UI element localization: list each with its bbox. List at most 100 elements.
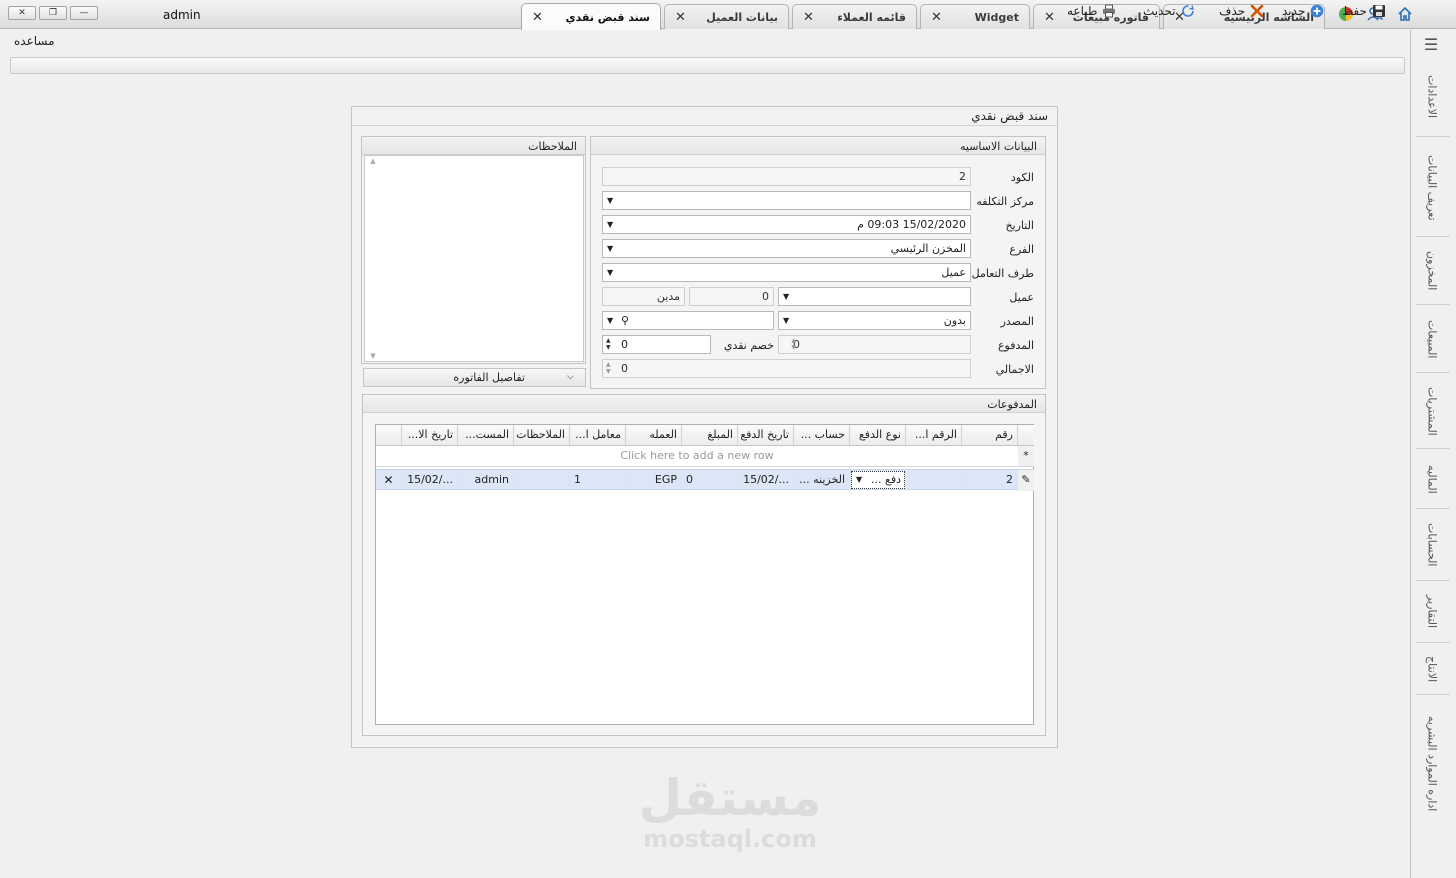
notes-scrollbar[interactable]: ▲ ▼ (367, 157, 379, 360)
cell-ref-number[interactable] (906, 470, 962, 491)
help-menu[interactable]: مساعده (14, 34, 55, 48)
chevron-down-icon[interactable]: ▼ (783, 288, 789, 305)
cell-number[interactable]: 2 (962, 470, 1018, 491)
sidebar-divider (1416, 136, 1450, 137)
add-new-row[interactable]: Click here to add a new row (376, 446, 1018, 467)
sidebar-item-finance[interactable]: الماليه (1420, 452, 1444, 506)
column-header-account[interactable]: حساب ... (794, 425, 850, 446)
spin-icon[interactable]: ▲ ▼ (606, 337, 611, 351)
column-header-user[interactable]: المست... (458, 425, 514, 446)
sidebar-item-label: التقارير (1425, 595, 1439, 629)
column-header-payment-date[interactable]: تاريخ الدفع (738, 425, 794, 446)
sidebar-item-settings[interactable]: الاعدادات (1420, 62, 1444, 132)
tab-customer-data[interactable]: بيانات العميل ✕ (664, 4, 789, 29)
cash-discount-label: خصم نقدي (723, 339, 774, 352)
cash-discount-value: 0 (621, 338, 628, 351)
sidebar-item-production[interactable]: الانتاج (1420, 646, 1444, 692)
refresh-button[interactable]: تحديث (1143, 2, 1195, 20)
delete-icon (1250, 4, 1264, 18)
branch-select[interactable]: المخزن الرئيسي ▼ (602, 239, 971, 258)
chevron-down-icon[interactable]: ▼ (607, 216, 613, 233)
close-tab-icon[interactable]: ✕ (803, 10, 814, 25)
paid-label: المدفوع (997, 339, 1034, 352)
cell-add-date[interactable]: 15/02/... (402, 470, 458, 491)
search-icon[interactable]: ⚲ (621, 312, 629, 329)
cell-amount[interactable]: 0 (682, 470, 738, 491)
new-button[interactable]: جديد (1282, 2, 1324, 20)
quick-bar[interactable] (10, 57, 1405, 74)
cell-account[interactable]: الخزينه ... (794, 470, 850, 491)
sidebar-item-hr[interactable]: اداره الموارد البشريه (1420, 700, 1444, 828)
cell-notes[interactable] (514, 470, 570, 491)
code-field[interactable]: 2 (602, 167, 971, 186)
table-row[interactable]: ✕ 15/02/... admin 1 EGP 0 15/02/... الخز… (376, 469, 1034, 491)
sidebar-item-purchases[interactable]: المشتريات (1420, 376, 1444, 446)
column-header-payment-type[interactable]: نوع الدفع (850, 425, 906, 446)
sidebar-item-reports[interactable]: التقارير (1420, 584, 1444, 640)
date-picker[interactable]: 15/02/2020 09:03 م ▼ (602, 215, 971, 234)
notes-textarea[interactable] (364, 155, 584, 362)
invoice-details-expander[interactable]: تفاصيل الفاتوره ⌵ (363, 368, 586, 387)
column-header-currency[interactable]: العمله (626, 425, 682, 446)
sidebar-item-label: الحسابات (1425, 523, 1439, 567)
print-button[interactable]: طباعه (1067, 2, 1116, 20)
column-header-add-date[interactable]: تاريخ الا... (402, 425, 458, 446)
cost-center-select[interactable]: ▼ (602, 191, 971, 210)
source-label: المصدر (1000, 315, 1034, 328)
chevron-down-icon[interactable]: ▼ (607, 312, 613, 329)
source-select[interactable]: بدون ▼ (778, 311, 971, 330)
tab-cash-receipt[interactable]: سند قبض نقدي ✕ (521, 3, 661, 30)
payment-type-select[interactable]: دفع ... ▼ (851, 471, 905, 489)
cell-payment-type[interactable]: دفع ... ▼ (850, 470, 906, 491)
delete-button[interactable]: حذف (1219, 2, 1264, 20)
cell-currency[interactable]: EGP (626, 470, 682, 491)
sidebar-item-sales[interactable]: المبيعات (1420, 308, 1444, 370)
sidebar-item-inventory[interactable]: المخزون (1420, 240, 1444, 302)
print-icon (1102, 4, 1116, 18)
minimize-window-button[interactable]: — (70, 6, 98, 20)
party-type-select[interactable]: عميل ▼ (602, 263, 971, 282)
save-button[interactable]: حفظ (1342, 2, 1386, 20)
delete-row-icon[interactable]: ✕ (376, 470, 402, 491)
close-tab-icon[interactable]: ✕ (532, 10, 543, 25)
sidebar-item-definitions[interactable]: تعريف البيانات (1420, 142, 1444, 234)
column-header-amount[interactable]: المبلغ (682, 425, 738, 446)
chevron-down-icon[interactable]: ▼ (783, 312, 789, 329)
tab-customers-list[interactable]: قائمه العملاء ✕ (792, 4, 917, 29)
chevron-down-icon[interactable]: ▼ (607, 192, 613, 209)
sidebar-divider (1416, 642, 1450, 643)
chevron-down-icon[interactable]: ▼ (607, 240, 613, 257)
close-window-button[interactable]: ✕ (8, 6, 36, 20)
cell-payment-date[interactable]: 15/02/... (738, 470, 794, 491)
tab-label: سند قبض نقدي (565, 10, 650, 24)
sidebar-item-accounts[interactable]: الحسابات (1420, 512, 1444, 578)
chevron-down-icon[interactable]: ▼ (607, 264, 613, 281)
tab-widget[interactable]: Widget ✕ (920, 4, 1030, 29)
code-label: الكود (1010, 171, 1034, 184)
home-icon[interactable] (1397, 6, 1413, 22)
divider (352, 125, 1057, 126)
tab-label: Widget (974, 10, 1019, 24)
total-field: 0 ▲ ▼ (602, 359, 971, 378)
column-header-notes[interactable]: الملاحظات (514, 425, 570, 446)
paid-field[interactable]: 0 ▲ ▼ (778, 335, 971, 354)
cash-discount-field[interactable]: 0 ▲ ▼ (602, 335, 711, 354)
close-tab-icon[interactable]: ✕ (931, 10, 942, 25)
customer-select[interactable]: ▼ (778, 287, 971, 306)
chevron-down-icon[interactable]: ▼ (856, 472, 862, 488)
cell-user[interactable]: admin (458, 470, 514, 491)
close-tab-icon[interactable]: ✕ (675, 10, 686, 25)
menu-icon[interactable]: ☰ (1422, 37, 1440, 53)
sidebar-item-label: الاعدادات (1425, 75, 1439, 119)
close-tab-icon[interactable]: ✕ (1044, 10, 1055, 25)
column-header-ref-number[interactable]: الرقم ا... (906, 425, 962, 446)
column-header-number[interactable]: رقم (962, 425, 1018, 446)
refresh-label: تحديث (1143, 4, 1176, 18)
source-value: بدون (943, 314, 966, 327)
maximize-window-button[interactable]: ❐ (39, 6, 67, 20)
sidebar-divider (1416, 236, 1450, 237)
source-ref-lookup[interactable]: ▼ ⚲ (602, 311, 774, 330)
cell-rate[interactable]: 1 (570, 470, 626, 491)
column-header-rate[interactable]: معامل ا... (570, 425, 626, 446)
branch-label: الفرع (1009, 243, 1034, 256)
